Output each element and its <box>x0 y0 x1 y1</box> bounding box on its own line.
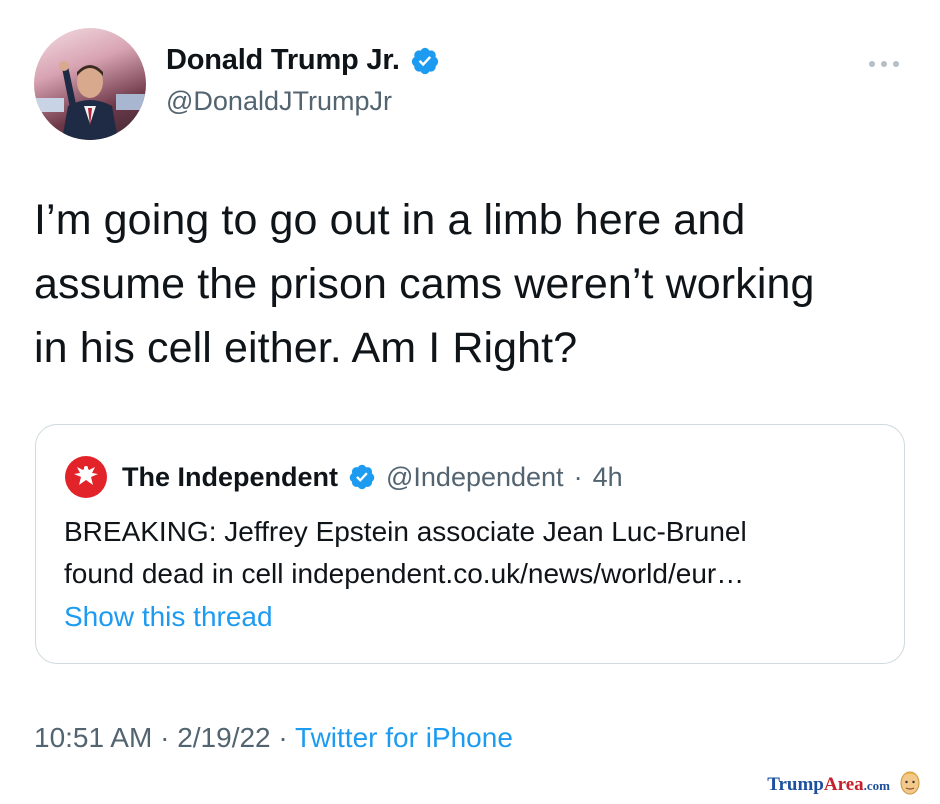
author-handle[interactable]: @DonaldJTrumpJr <box>166 86 392 117</box>
watermark-part-area: Area <box>823 774 864 795</box>
tweet-time[interactable]: 10:51 AM <box>34 722 152 753</box>
quoted-tweet-header: The Independent @Independent · 4h <box>64 455 623 499</box>
tweet-date[interactable]: 2/19/22 <box>177 722 270 753</box>
separator-dot: · <box>278 722 288 753</box>
verified-badge-icon <box>411 47 438 74</box>
author-name-row: Donald Trump Jr. <box>166 44 440 77</box>
avatar-photo <box>34 61 146 140</box>
tweet-source-link[interactable]: Twitter for iPhone <box>295 722 513 753</box>
author-display-name[interactable]: Donald Trump Jr. <box>166 44 400 77</box>
quoted-tweet-text: BREAKING: Jeffrey Epstein associate Jean… <box>64 511 894 595</box>
independent-eagle-logo[interactable] <box>64 455 108 499</box>
verified-badge-icon <box>349 464 375 490</box>
show-thread-link[interactable]: Show this thread <box>64 601 273 633</box>
quoted-author-handle[interactable]: @Independent <box>386 462 564 493</box>
tweet-text-line: assume the prison cams weren’t working <box>34 260 815 308</box>
watermark-part-trump: Trump <box>767 774 824 795</box>
tweet-text: I’m going to go out in a limb here and a… <box>34 188 914 380</box>
author-avatar[interactable] <box>34 28 146 140</box>
tweet-text-line: I’m going to go out in a limb here and <box>34 196 746 244</box>
quoted-text-line: BREAKING: Jeffrey Epstein associate Jean… <box>64 516 747 547</box>
separator-dot: · <box>160 722 170 753</box>
watermark-face-icon <box>900 771 920 795</box>
quoted-author-name[interactable]: The Independent <box>122 462 338 493</box>
more-options-icon[interactable] <box>864 52 904 76</box>
quoted-tweet-card[interactable]: The Independent @Independent · 4h BREAKI… <box>35 424 905 664</box>
watermark-text: TrumpArea.com <box>767 774 890 796</box>
tweet-metadata: 10:51 AM · 2/19/22 · Twitter for iPhone <box>34 722 513 754</box>
tweet-text-line: in his cell either. Am I Right? <box>34 324 578 372</box>
watermark-part-com: .com <box>863 778 890 793</box>
quoted-text-line: found dead in cell independent.co.uk/new… <box>64 558 745 589</box>
site-watermark: TrumpArea.com <box>767 766 924 796</box>
quoted-timestamp[interactable]: 4h <box>593 462 623 493</box>
separator-dot: · <box>573 461 583 492</box>
